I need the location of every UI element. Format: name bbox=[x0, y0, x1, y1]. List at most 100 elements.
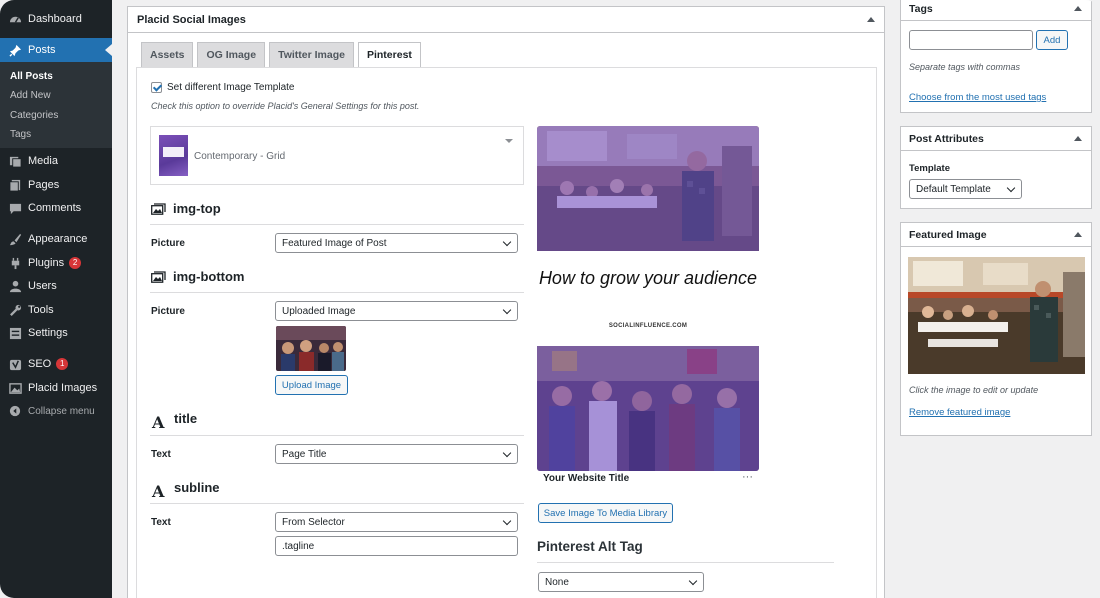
checkbox-label: Set different Image Template bbox=[167, 82, 295, 93]
sidebar-item-comments[interactable]: Comments bbox=[0, 196, 112, 220]
select-value: None bbox=[545, 576, 569, 588]
toggle-arrow-icon[interactable] bbox=[1074, 232, 1082, 237]
preview-bottom-image bbox=[537, 346, 759, 471]
different-template-checkbox[interactable] bbox=[151, 82, 162, 93]
preview-url: SOCIALINFLUENCE.COM bbox=[608, 323, 688, 329]
img-top-source-select[interactable]: Featured Image of Post bbox=[275, 233, 518, 253]
sidebar-item-tools[interactable]: Tools bbox=[0, 298, 112, 322]
chevron-down-icon bbox=[502, 516, 512, 526]
divider bbox=[150, 292, 524, 293]
tags-hint: Separate tags with commas bbox=[909, 62, 1021, 72]
brush-icon bbox=[8, 232, 22, 246]
subline-text-label: Text bbox=[151, 517, 171, 528]
seo-icon bbox=[8, 357, 22, 371]
sidebar-item-label: Placid Images bbox=[28, 382, 98, 394]
sidebar-item-users[interactable]: Users bbox=[0, 274, 112, 298]
sidebar-item-appearance[interactable]: Appearance bbox=[0, 227, 112, 251]
sidebar-item-posts[interactable]: Posts bbox=[0, 38, 112, 62]
save-to-media-library-button[interactable]: Save Image To Media Library bbox=[538, 503, 673, 523]
collapse-icon bbox=[8, 404, 22, 418]
title-source-select[interactable]: Page Title bbox=[275, 444, 518, 464]
section-title: title bbox=[174, 411, 198, 426]
img-bottom-source-select[interactable]: Uploaded Image bbox=[275, 301, 518, 321]
uploaded-image-thumbnail[interactable] bbox=[276, 326, 346, 371]
text-type-icon: A bbox=[152, 412, 165, 432]
sidebar-item-label: Pages bbox=[28, 179, 60, 191]
sidebar-item-media[interactable]: Media bbox=[0, 149, 112, 173]
override-help-text: Check this option to override Placid's G… bbox=[151, 101, 420, 111]
template-selector[interactable]: Contemporary - Grid bbox=[150, 126, 524, 185]
users-icon bbox=[8, 279, 22, 293]
sidebar-item-placid-images[interactable]: Placid Images bbox=[0, 376, 112, 400]
chevron-down-icon bbox=[1006, 183, 1016, 193]
post-attributes-box: Post Attributes Template Default Templat… bbox=[900, 126, 1092, 209]
sidebar-item-pages[interactable]: Pages bbox=[0, 173, 112, 197]
tab-bar: Assets OG Image Twitter Image Pinterest bbox=[141, 42, 421, 68]
upload-image-button[interactable]: Upload Image bbox=[275, 375, 348, 395]
posts-submenu: All Posts Add New Categories Tags bbox=[0, 62, 112, 148]
box-title: Post Attributes bbox=[909, 132, 984, 145]
select-value: From Selector bbox=[282, 516, 345, 528]
attributes-box-header: Post Attributes bbox=[901, 127, 1091, 151]
divider bbox=[150, 503, 524, 504]
sidebar-item-plugins[interactable]: Plugins 2 bbox=[0, 251, 112, 275]
more-options-icon[interactable]: ··· bbox=[742, 471, 753, 483]
seo-notification-badge: 1 bbox=[56, 358, 69, 370]
page-template-select[interactable]: Default Template bbox=[909, 179, 1022, 199]
section-title: subline bbox=[174, 480, 220, 495]
featured-image-box: Featured Image Click the image to edit o… bbox=[900, 222, 1092, 436]
pinterest-alt-tag-heading: Pinterest Alt Tag bbox=[537, 539, 643, 554]
tags-box: Tags Add Separate tags with commas Choos… bbox=[900, 0, 1092, 113]
tab-pinterest[interactable]: Pinterest bbox=[357, 42, 421, 68]
sidebar-item-label: SEO bbox=[28, 358, 52, 370]
remove-featured-image-link[interactable]: Remove featured image bbox=[909, 407, 1010, 418]
select-value: Featured Image of Post bbox=[282, 237, 387, 249]
alt-tag-select[interactable]: None bbox=[538, 572, 704, 592]
collapse-label: Collapse menu bbox=[28, 405, 95, 417]
select-value: Page Title bbox=[282, 448, 327, 460]
tags-input[interactable] bbox=[909, 30, 1033, 50]
image-icon bbox=[151, 270, 166, 283]
featured-image-thumbnail[interactable] bbox=[908, 257, 1085, 374]
settings-icon bbox=[8, 326, 22, 340]
images-icon bbox=[8, 381, 22, 395]
sidebar-item-label: Tools bbox=[28, 304, 54, 316]
toggle-arrow-icon[interactable] bbox=[1074, 6, 1082, 11]
chevron-down-icon bbox=[688, 576, 698, 586]
template-thumbnail bbox=[159, 135, 188, 176]
submenu-add-new[interactable]: Add New bbox=[10, 90, 51, 101]
section-title: img-top bbox=[173, 201, 221, 216]
sidebar-item-label: Settings bbox=[28, 327, 68, 339]
featured-box-header: Featured Image bbox=[901, 223, 1091, 247]
toggle-arrow-icon[interactable] bbox=[867, 17, 875, 22]
box-title: Featured Image bbox=[909, 228, 987, 241]
chevron-down-icon bbox=[502, 237, 512, 247]
add-tag-button[interactable]: Add bbox=[1036, 30, 1068, 50]
most-used-tags-link[interactable]: Choose from the most used tags bbox=[909, 92, 1046, 103]
collapse-menu-button[interactable]: Collapse menu bbox=[0, 399, 112, 423]
plugins-icon bbox=[8, 256, 22, 270]
divider bbox=[150, 435, 524, 436]
tab-assets[interactable]: Assets bbox=[141, 42, 194, 68]
tags-box-header: Tags bbox=[901, 0, 1091, 21]
tab-twitter-image[interactable]: Twitter Image bbox=[269, 42, 354, 68]
title-text-label: Text bbox=[151, 449, 171, 460]
sidebar-item-dashboard[interactable]: Dashboard bbox=[0, 7, 112, 31]
img-bottom-label: Picture bbox=[151, 306, 185, 317]
submenu-all-posts[interactable]: All Posts bbox=[10, 71, 53, 82]
preview-website-title: Your Website Title bbox=[543, 473, 630, 484]
sidebar-item-seo[interactable]: SEO 1 bbox=[0, 352, 112, 376]
sidebar-item-label: Appearance bbox=[28, 233, 88, 245]
submenu-categories[interactable]: Categories bbox=[10, 110, 58, 121]
toggle-arrow-icon[interactable] bbox=[1074, 136, 1082, 141]
purple-overlay bbox=[537, 126, 759, 251]
submenu-tags[interactable]: Tags bbox=[10, 129, 31, 140]
dropdown-arrow-icon bbox=[505, 139, 513, 143]
tab-og-image[interactable]: OG Image bbox=[197, 42, 266, 68]
sidebar-item-settings[interactable]: Settings bbox=[0, 321, 112, 345]
css-selector-input[interactable]: .tagline bbox=[275, 536, 518, 556]
subline-source-select[interactable]: From Selector bbox=[275, 512, 518, 532]
section-img-top: img-top bbox=[151, 201, 221, 216]
section-title-field: A title bbox=[152, 411, 198, 432]
preview-top-image bbox=[537, 126, 759, 251]
